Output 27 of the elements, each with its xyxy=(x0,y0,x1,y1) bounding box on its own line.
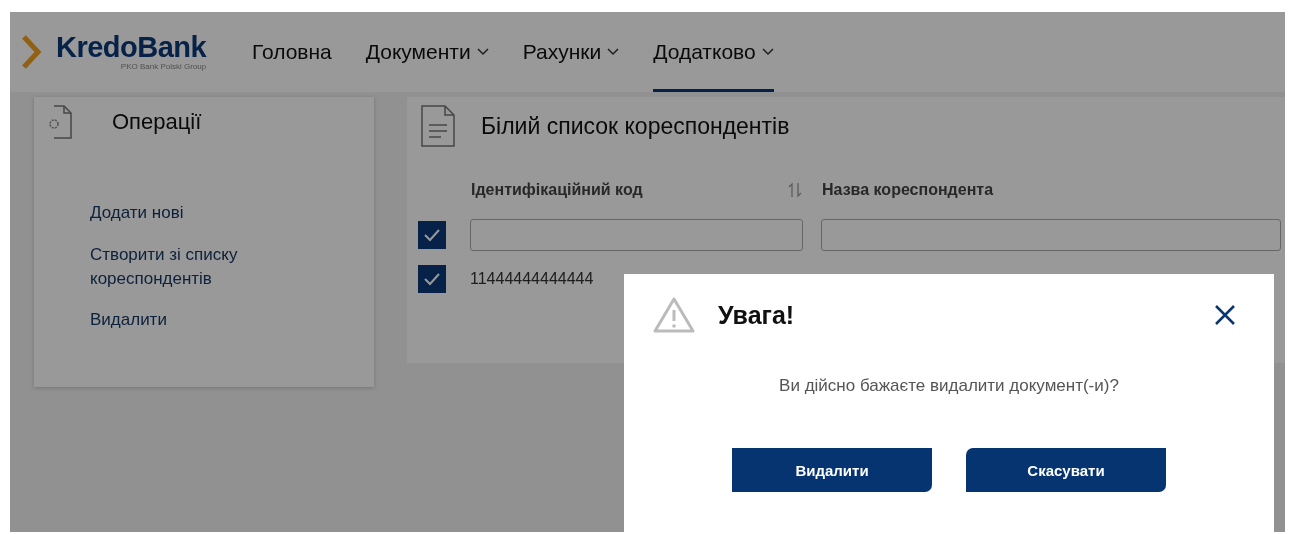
document-icon xyxy=(421,105,455,147)
warning-icon xyxy=(652,296,696,334)
filter-field[interactable] xyxy=(470,219,803,251)
table-cell: 11444444444444 xyxy=(470,270,594,288)
dialog-title: Увага! xyxy=(718,300,796,330)
checkbox[interactable] xyxy=(418,265,446,293)
checkmark-icon xyxy=(423,228,441,242)
operation-link[interactable]: Створити зі списку кореспондентів xyxy=(90,242,270,291)
checkbox[interactable] xyxy=(418,221,446,249)
nav-item[interactable]: Додатково xyxy=(653,12,774,92)
logo-name: KredoBank xyxy=(56,33,207,62)
filter-field[interactable] xyxy=(821,219,1281,251)
dialog-message: Ви дійсно бажаєте видалити документ(-и)? xyxy=(778,376,1120,396)
column-header[interactable]: Назва кореспондента xyxy=(822,181,994,199)
nav-item[interactable]: Рахунки xyxy=(522,12,620,92)
logo-chevron-icon xyxy=(22,35,42,69)
operation-link[interactable]: Додати нові xyxy=(90,201,270,225)
checkmark-icon xyxy=(423,272,441,286)
dialog-button[interactable]: Скасувати xyxy=(966,448,1166,492)
nav-item[interactable]: Документи xyxy=(365,12,489,92)
dialog-button[interactable]: Видалити xyxy=(732,448,932,492)
operation-link[interactable]: Видалити xyxy=(90,308,270,333)
nav-item[interactable]: Головна xyxy=(252,12,332,92)
column-header[interactable]: Ідентифікаційний код xyxy=(471,181,643,199)
close-icon[interactable] xyxy=(1214,304,1236,326)
list-title: Білий список кореспондентів xyxy=(481,112,790,140)
panel-title: Операції xyxy=(112,109,202,135)
